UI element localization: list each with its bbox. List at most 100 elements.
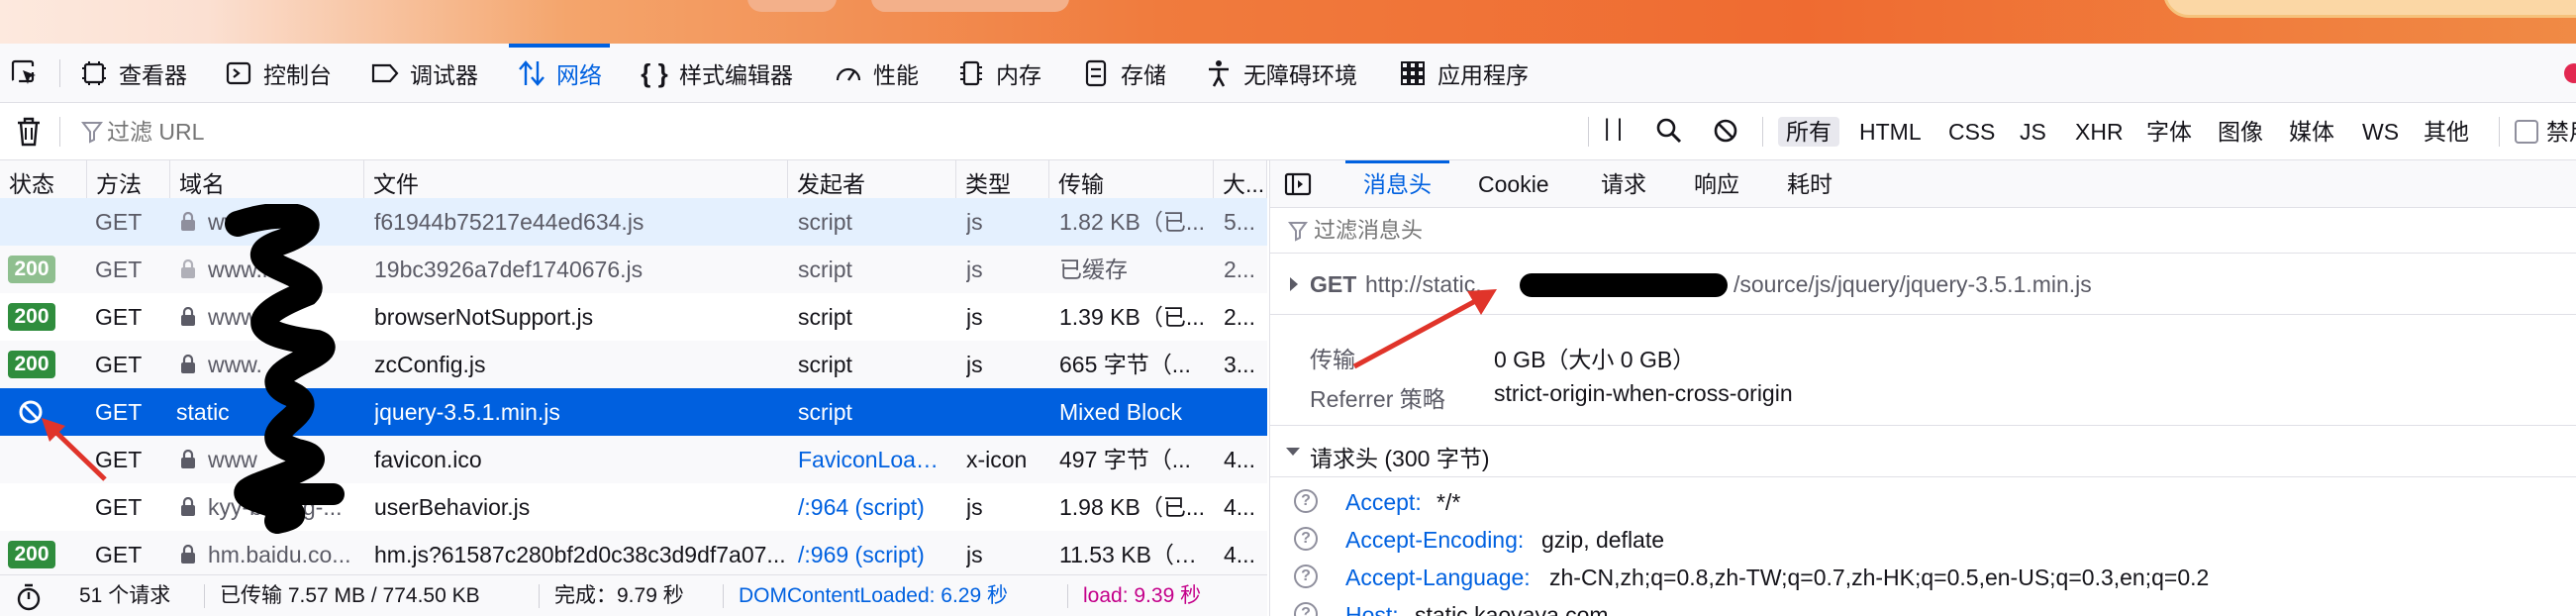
filter-separator [1762,117,1763,147]
tab-inspector[interactable]: 查看器 [79,44,187,103]
referrer-label: Referrer 策略 [1310,386,1445,412]
tab-style-editor[interactable]: { } 样式编辑器 [640,44,793,103]
tab-label: 样式编辑器 [679,62,793,88]
redaction-scribble [225,204,336,534]
table-row[interactable]: 200 GET www. zcConfig.js script js 665 字… [0,341,1267,388]
request-table: 状态 方法 域名 文件 发起者 类型 传输 大... GET www. f619… [0,160,1267,574]
tab-console[interactable]: 控制台 [224,44,332,103]
finish-time: 完成：9.79 秒 [554,584,684,607]
cell-file: jquery-3.5.1.min.js [374,399,560,425]
table-row[interactable]: 200 GET hm.baidu.co... hm.js?61587c280bf… [0,531,1267,574]
load-time: load: 9.39 秒 [1083,584,1202,607]
tab-request[interactable]: 请求 [1583,160,1664,208]
filter-type-css[interactable]: CSS [1940,117,2003,147]
console-icon [224,58,253,88]
tab-response[interactable]: 响应 [1676,160,1757,208]
status-badge: 200 [8,303,55,331]
header-value: static.kaoyaya.com [1415,602,1609,616]
cell-size: 2... [1224,257,1255,282]
search-icon[interactable] [1655,117,1683,151]
tab-timings[interactable]: 耗时 [1769,160,1850,208]
table-row[interactable]: GET www favicon.ico FaviconLoad... x-ico… [0,436,1267,483]
toggle-sidebar-icon[interactable] [1284,172,1312,202]
header-name: Accept-Language: [1345,565,1531,590]
help-icon[interactable]: ? [1294,489,1318,513]
tab-label: 应用程序 [1437,62,1529,88]
filter-separator [1588,117,1589,147]
tab-label: 内存 [996,62,1041,88]
debugger-icon [370,58,400,88]
annotation-arrow [1352,289,1497,369]
cell-initiator[interactable]: /:969 (script) [798,531,956,574]
tab-debugger[interactable]: 调试器 [370,44,478,103]
filter-type-js[interactable]: JS [2012,117,2054,147]
clear-requests-button[interactable] [16,117,42,153]
help-icon[interactable]: ? [1294,565,1318,588]
tab-headers[interactable]: 消息头 [1345,160,1449,208]
filter-type-xhr[interactable]: XHR [2067,117,2131,147]
help-icon[interactable]: ? [1294,527,1318,551]
filter-separator [2499,117,2500,147]
headers-filter-row [1270,208,2576,254]
request-headers-title: 请求头 (300 字节) [1310,446,1490,471]
filter-type-ws[interactable]: WS [2354,117,2407,147]
block-icon[interactable] [1713,118,1738,150]
lock-icon [180,246,198,293]
disable-cache-checkbox[interactable] [2515,120,2538,144]
header-name: Accept: [1345,489,1422,515]
cell-initiator: script [798,304,852,330]
cell-method: GET [95,304,143,330]
cell-initiator[interactable]: FaviconLoad... [798,436,946,483]
status-separator [723,584,724,608]
filter-separator [59,117,60,147]
transferred-size: 已传输 7.57 MB / 774.50 KB [220,584,480,607]
element-picker-icon [10,58,40,88]
table-row[interactable]: GET kyy-beijing-... userBehavior.js /:96… [0,483,1267,531]
table-row[interactable]: 200 GET www. browserNotSupport.js script… [0,293,1267,341]
tab-accessibility[interactable]: 无障碍环境 [1204,44,1357,103]
lock-icon [180,436,198,483]
banner-decoration [871,0,1069,12]
request-headers-section[interactable]: 请求头 (300 字节) [1270,426,2576,477]
details-tabbar: 消息头 Cookie 请求 响应 耗时 [1270,160,2576,208]
header-value: */* [1437,489,1461,515]
cell-transfer: 已缓存 [1059,257,1128,282]
collapse-arrow-icon[interactable] [1286,448,1300,456]
header-name: Accept-Encoding: [1345,527,1525,553]
cell-file: userBehavior.js [374,494,531,520]
request-blocking-icon[interactable]: | | [1604,115,1623,143]
url-filter-input[interactable] [107,113,1572,151]
tab-application[interactable]: 应用程序 [1398,44,1529,103]
tab-storage[interactable]: 存储 [1081,44,1166,103]
cell-initiator[interactable]: /:964 (script) [798,483,956,531]
filter-type-media[interactable]: 媒体 [2281,117,2342,147]
headers-filter-input[interactable] [1314,214,2502,248]
expand-arrow-icon[interactable] [1290,277,1298,291]
devtools-toolbar: 查看器 控制台 调试器 网络 { } 样式编辑器 性能 内存 存储 无障碍环境 … [0,44,2576,103]
cell-file: 19bc3926a7def1740676.js [374,257,644,282]
tab-performance[interactable]: 性能 [834,44,919,103]
error-count-badge[interactable] [2564,63,2576,83]
dom-content-loaded-time: DOMContentLoaded: 6.29 秒 [739,584,1008,607]
filter-type-image[interactable]: 图像 [2210,117,2271,147]
tab-label: 性能 [873,62,919,88]
cell-size: 2... [1224,304,1255,330]
filter-type-html[interactable]: HTML [1851,117,1930,147]
cell-method: GET [95,257,143,282]
tab-cookie[interactable]: Cookie [1460,160,1567,208]
tab-memory[interactable]: 内存 [956,44,1041,103]
tab-network[interactable]: 网络 [509,44,610,103]
inspector-icon [79,58,109,88]
table-row[interactable]: 200 GET www.l 19bc3926a7def1740676.js sc… [0,246,1267,293]
lock-icon [180,293,198,341]
tab-label: 网络 [556,62,602,88]
table-row[interactable]: GET www. f61944b75217e44ed634.js script … [0,198,1267,246]
filter-type-font[interactable]: 字体 [2138,117,2200,147]
cell-file: favicon.ico [374,447,482,472]
cell-type: x-icon [966,447,1028,472]
help-icon[interactable]: ? [1294,602,1318,616]
filter-type-all[interactable]: 所有 [1778,117,1839,147]
table-row-selected[interactable]: GET static jquery-3.5.1.min.js script Mi… [0,388,1267,436]
element-picker-button[interactable] [10,44,40,103]
filter-type-other[interactable]: 其他 [2416,117,2477,147]
